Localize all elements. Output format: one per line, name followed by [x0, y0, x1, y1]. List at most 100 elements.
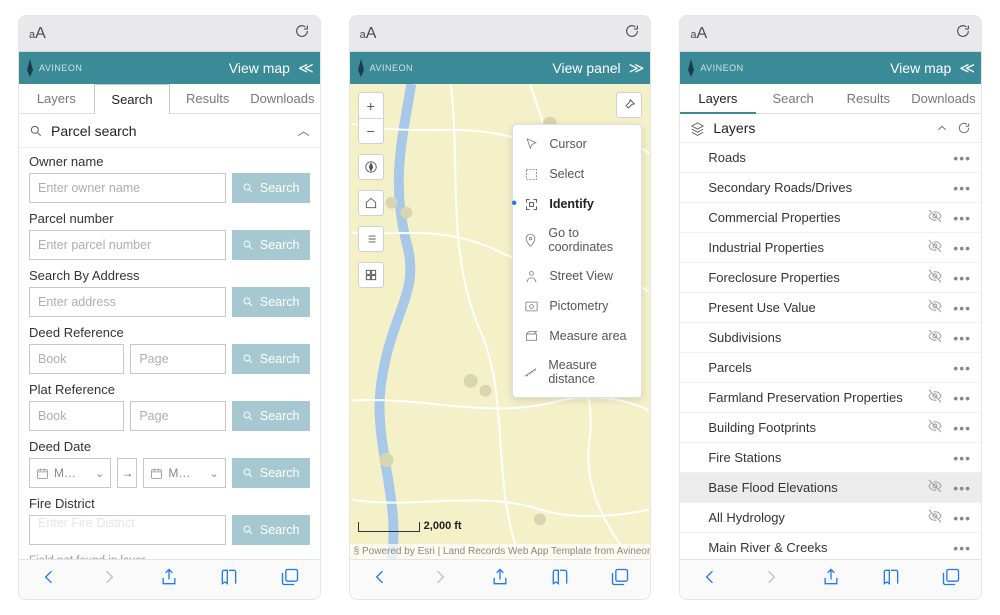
more-icon[interactable]: ••• [951, 330, 973, 346]
layers-section-header[interactable]: Layers [680, 114, 981, 143]
more-icon[interactable]: ••• [951, 390, 973, 406]
tool-streetview[interactable]: Street View [513, 261, 641, 291]
home-button[interactable] [358, 190, 384, 216]
tab-search[interactable]: Search [94, 84, 171, 114]
deedref-page-input[interactable] [130, 344, 225, 374]
tool-cursor[interactable]: Cursor [513, 129, 641, 159]
layer-row[interactable]: Secondary Roads/Drives••• [680, 173, 981, 203]
reload-icon[interactable] [955, 23, 971, 44]
nav-share-icon[interactable] [159, 567, 179, 592]
layer-row[interactable]: All Hydrology••• [680, 503, 981, 533]
address-search-button[interactable]: Search [232, 287, 310, 317]
nav-bookmarks-icon[interactable] [550, 567, 570, 592]
basemap-button[interactable] [358, 262, 384, 288]
layer-row[interactable]: Fire Stations••• [680, 443, 981, 473]
deeddate-to[interactable]: M…⌄ [143, 458, 225, 488]
visibility-off-icon[interactable] [927, 298, 943, 317]
nav-bookmarks-icon[interactable] [881, 567, 901, 592]
list-button[interactable] [358, 226, 384, 252]
tool-measure-dist[interactable]: Measure distance [513, 351, 641, 393]
owner-search-button[interactable]: Search [232, 173, 310, 203]
more-icon[interactable]: ••• [951, 180, 973, 196]
tool-identify[interactable]: Identify [513, 189, 641, 219]
tool-pictometry[interactable]: Pictometry [513, 291, 641, 321]
layer-row[interactable]: Present Use Value••• [680, 293, 981, 323]
fire-input[interactable]: Enter Fire District [29, 515, 226, 545]
zoom-in-button[interactable]: + [358, 92, 384, 118]
more-icon[interactable]: ••• [951, 210, 973, 226]
more-icon[interactable]: ••• [951, 420, 973, 436]
view-panel-link[interactable]: View panel [552, 60, 620, 76]
layer-row[interactable]: Subdivisions••• [680, 323, 981, 353]
nav-forward-icon[interactable] [430, 567, 450, 592]
parcel-search-button[interactable]: Search [232, 230, 310, 260]
nav-back-icon[interactable] [700, 567, 720, 592]
platref-book-input[interactable] [29, 401, 124, 431]
more-icon[interactable]: ••• [951, 510, 973, 526]
tab-downloads[interactable]: Downloads [906, 84, 981, 113]
tool-measure-area[interactable]: Measure area [513, 321, 641, 351]
deeddate-from[interactable]: M…⌄ [29, 458, 111, 488]
section-parcel-search[interactable]: Parcel search ︿ [19, 114, 320, 148]
more-icon[interactable]: ••• [951, 360, 973, 376]
deeddate-search-button[interactable]: Search [232, 458, 310, 488]
more-icon[interactable]: ••• [951, 540, 973, 556]
tool-goto[interactable]: Go to coordinates [513, 219, 641, 261]
nav-tabs-icon[interactable] [941, 567, 961, 592]
more-icon[interactable]: ••• [951, 480, 973, 496]
more-icon[interactable]: ••• [951, 150, 973, 166]
visibility-off-icon[interactable] [927, 388, 943, 407]
visibility-off-icon[interactable] [927, 478, 943, 497]
nav-share-icon[interactable] [490, 567, 510, 592]
reload-icon[interactable] [624, 23, 640, 44]
text-size-control[interactable]: aA [360, 25, 377, 43]
tab-results[interactable]: Results [831, 84, 906, 113]
text-size-control[interactable]: aA [690, 25, 707, 43]
compass-button[interactable] [358, 154, 384, 180]
layer-row[interactable]: Foreclosure Properties••• [680, 263, 981, 293]
layer-row[interactable]: Industrial Properties••• [680, 233, 981, 263]
nav-tabs-icon[interactable] [610, 567, 630, 592]
tool-select[interactable]: Select [513, 159, 641, 189]
deedref-book-input[interactable] [29, 344, 124, 374]
expand-icon[interactable]: ≫ [629, 59, 641, 77]
layer-row[interactable]: Main River & Creeks••• [680, 533, 981, 559]
visibility-off-icon[interactable] [927, 208, 943, 227]
more-icon[interactable]: ••• [951, 270, 973, 286]
layer-row[interactable]: Farmland Preservation Properties••• [680, 383, 981, 413]
tab-layers[interactable]: Layers [680, 84, 755, 114]
nav-back-icon[interactable] [370, 567, 390, 592]
nav-forward-icon[interactable] [99, 567, 119, 592]
tool-toggle-button[interactable] [616, 92, 642, 118]
tab-search[interactable]: Search [756, 84, 831, 113]
chevron-up-icon[interactable] [935, 121, 949, 135]
zoom-out-button[interactable]: − [358, 118, 384, 144]
nav-share-icon[interactable] [821, 567, 841, 592]
tab-downloads[interactable]: Downloads [245, 84, 320, 113]
nav-forward-icon[interactable] [761, 567, 781, 592]
tab-results[interactable]: Results [170, 84, 245, 113]
view-map-link[interactable]: View map [229, 60, 290, 76]
owner-input[interactable] [29, 173, 226, 203]
visibility-off-icon[interactable] [927, 508, 943, 527]
parcel-input[interactable] [29, 230, 226, 260]
layer-row[interactable]: Commercial Properties••• [680, 203, 981, 233]
tab-layers[interactable]: Layers [19, 84, 94, 113]
more-icon[interactable]: ••• [951, 450, 973, 466]
chevron-up-icon[interactable]: ︿ [298, 122, 310, 139]
nav-bookmarks-icon[interactable] [219, 567, 239, 592]
map-panel[interactable]: + − CursorSelectIdentifyGo to coordinate… [350, 84, 651, 559]
reload-icon[interactable] [294, 23, 310, 44]
platref-search-button[interactable]: Search [232, 401, 310, 431]
layer-row[interactable]: Parcels••• [680, 353, 981, 383]
fire-search-button[interactable]: Search [232, 515, 310, 545]
address-input[interactable] [29, 287, 226, 317]
layer-row[interactable]: Base Flood Elevations••• [680, 473, 981, 503]
collapse-icon[interactable]: ≪ [959, 59, 971, 77]
visibility-off-icon[interactable] [927, 238, 943, 257]
visibility-off-icon[interactable] [927, 268, 943, 287]
platref-page-input[interactable] [130, 401, 225, 431]
view-map-link[interactable]: View map [890, 60, 951, 76]
text-size-control[interactable]: aA [29, 25, 46, 43]
collapse-icon[interactable]: ≪ [298, 59, 310, 77]
